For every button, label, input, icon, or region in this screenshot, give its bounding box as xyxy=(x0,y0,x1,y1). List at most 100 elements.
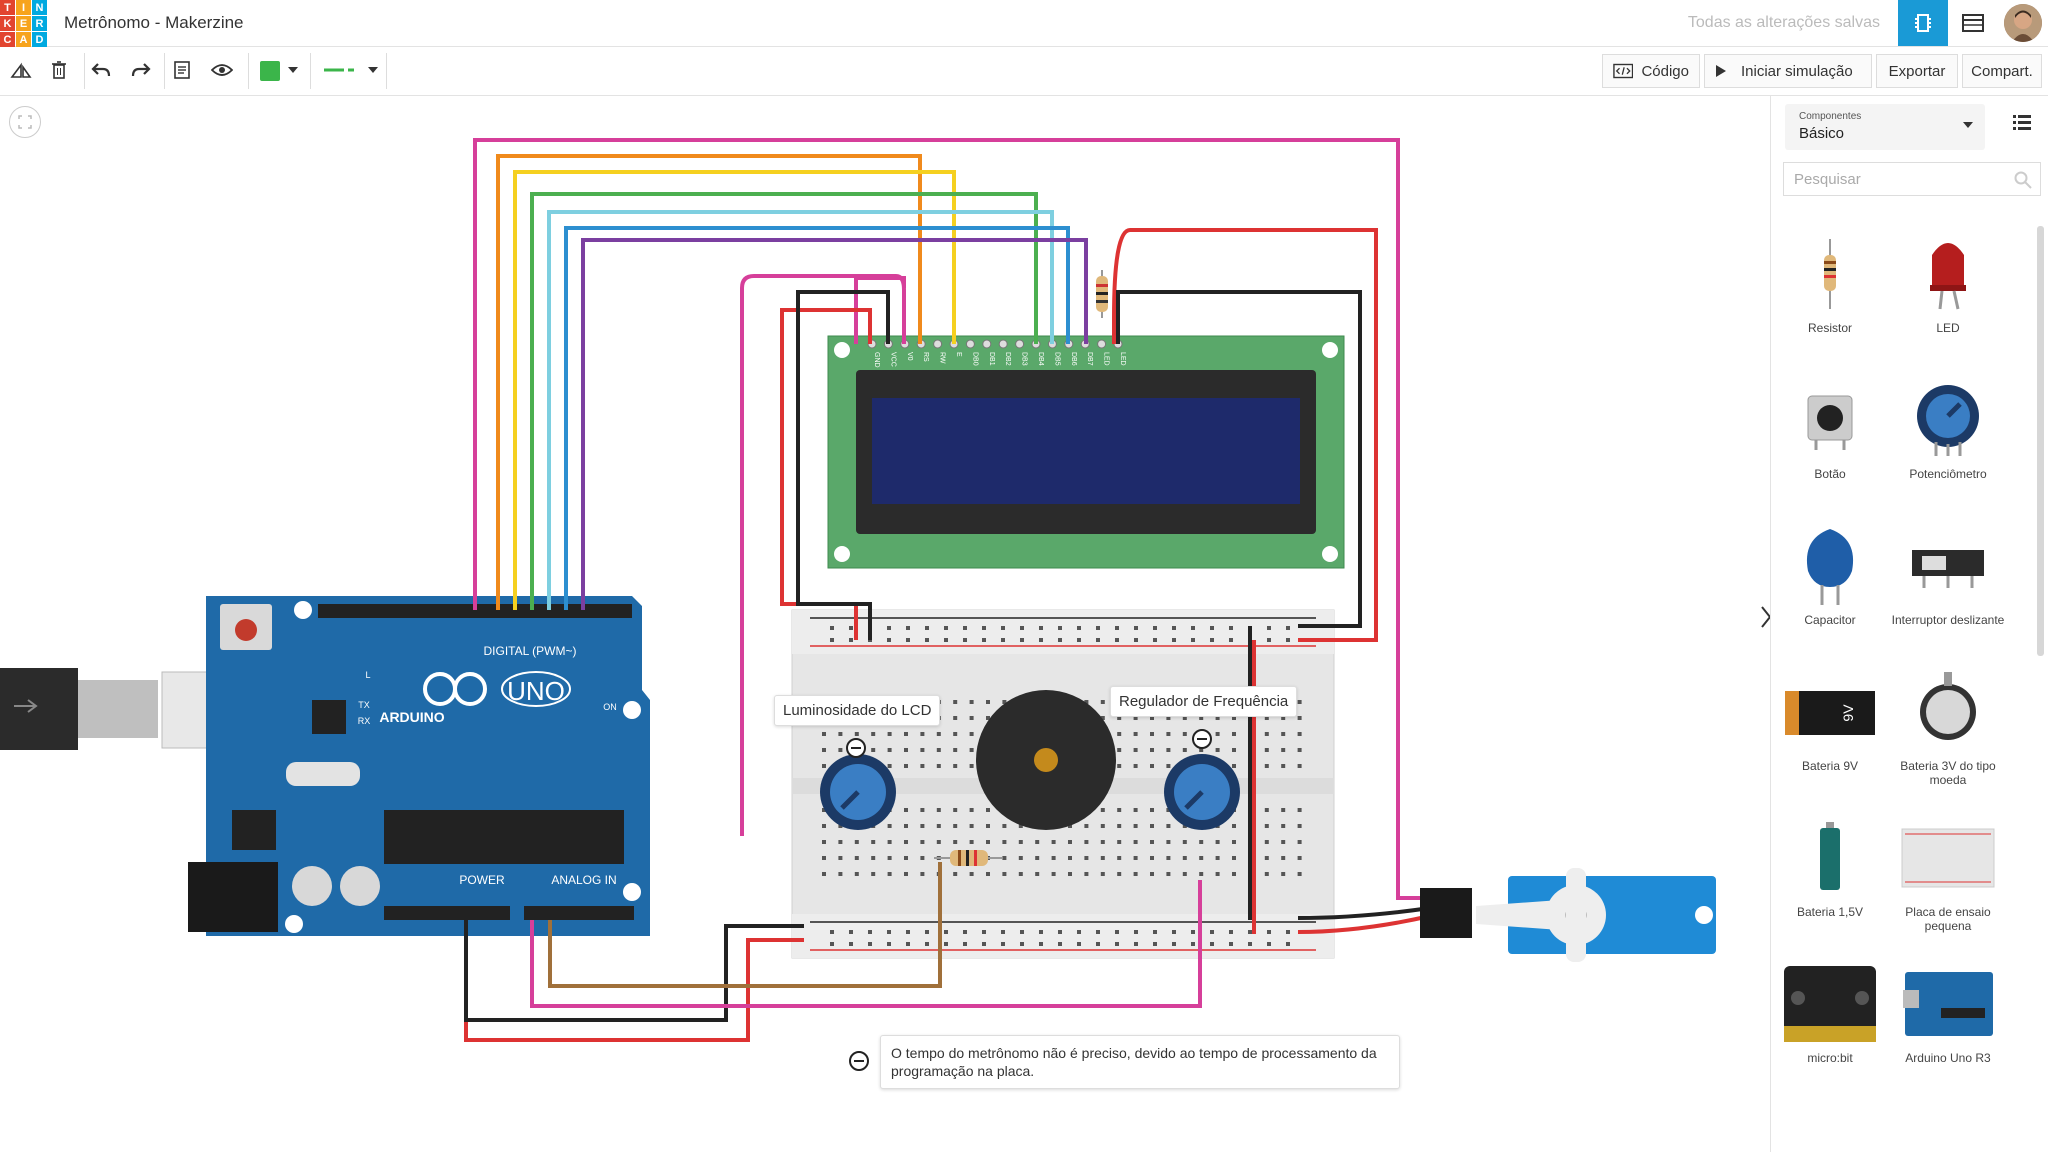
toolbar: Código Iniciar simulação Exportar Compar… xyxy=(0,47,2048,96)
piezo-buzzer[interactable] xyxy=(976,690,1116,830)
breadboard-small-icon xyxy=(1901,828,1995,887)
potentiometer-lcd[interactable] xyxy=(820,754,896,830)
component-slide-switch[interactable]: Interruptor deslizante xyxy=(1889,518,2007,627)
wire-style-icon[interactable] xyxy=(324,55,360,85)
start-simulation-label: Iniciar simulação xyxy=(1741,62,1853,80)
export-label: Exportar xyxy=(1888,62,1946,80)
list-view-icon[interactable] xyxy=(2013,114,2031,130)
chevron-down-icon xyxy=(1963,122,1973,128)
lcd-pin-label: VCC xyxy=(889,352,896,367)
circuit-view-icon xyxy=(1915,14,1931,32)
potentiometer-icon xyxy=(1917,384,1979,456)
toolbar-divider xyxy=(248,53,249,89)
notes-icon[interactable] xyxy=(167,55,197,85)
button-icon xyxy=(1807,395,1853,450)
visibility-icon[interactable] xyxy=(207,55,237,85)
lcd-16x2[interactable]: GND VCC V0 RS RW E DB0 DB1 DB2 DB3 DB4 DB5 DB6 DB7 LED… xyxy=(827,335,1345,569)
scrollbar-thumb[interactable] xyxy=(2037,226,2044,656)
toolbar-divider xyxy=(386,53,387,89)
arduino-uno-board[interactable]: ARDUINO UNO DIGITAL (PWM~) POWER ANALOG … xyxy=(188,596,650,936)
search-placeholder: Pesquisar xyxy=(1794,171,1861,188)
document-title[interactable]: Metrônomo - Makerzine xyxy=(64,13,244,33)
start-simulation-button[interactable]: Iniciar simulação xyxy=(1704,54,1872,88)
note-collapse-icon[interactable] xyxy=(848,1050,870,1072)
component-label: Bateria 3V do tipo moeda xyxy=(1900,759,1996,787)
logo-letter: E xyxy=(16,16,31,31)
component-capacitor[interactable]: Capacitor xyxy=(1771,518,1889,627)
component-search-input[interactable]: Pesquisar xyxy=(1783,162,2041,196)
code-button-label: Código xyxy=(1641,62,1689,80)
components-category-select[interactable]: Componentes Básico xyxy=(1785,104,1985,150)
logo-letter: R xyxy=(32,16,47,31)
schematic-list-view-button[interactable] xyxy=(1948,0,1998,46)
arduino-power-label: POWER xyxy=(459,873,505,887)
fill-color-chevron-down-icon[interactable] xyxy=(286,55,300,85)
wire-style-chevron-down-icon[interactable] xyxy=(366,55,380,85)
capacitor-icon xyxy=(1806,528,1854,605)
canvas-note[interactable]: O tempo do metrônomo não é preciso, devi… xyxy=(880,1035,1400,1089)
micro-servo[interactable] xyxy=(1420,868,1716,962)
lcd-pin-label: LED xyxy=(1119,352,1126,366)
arduino-brand-label: ARDUINO xyxy=(379,709,444,725)
lcd-pin-label: RS xyxy=(922,352,929,362)
save-status: Todas as alterações salvas xyxy=(1687,14,1880,31)
redo-icon[interactable] xyxy=(126,55,156,85)
code-button[interactable]: Código xyxy=(1602,54,1700,88)
undo-icon[interactable] xyxy=(86,55,116,85)
component-microbit[interactable]: micro:bit xyxy=(1771,956,1889,1065)
panel-scrollbar[interactable] xyxy=(2035,226,2045,1106)
component-label: micro:bit xyxy=(1807,1051,1853,1065)
lcd-pin-label: E xyxy=(955,352,962,357)
resistor-lcd-backlight[interactable] xyxy=(1096,270,1108,318)
component-arduino-uno[interactable]: Arduino Uno R3 xyxy=(1889,956,2007,1065)
arduino-model-label: UNO xyxy=(507,676,565,706)
toolbar-divider xyxy=(84,53,85,89)
circuit-canvas[interactable]: ARDUINO UNO DIGITAL (PWM~) POWER ANALOG … xyxy=(0,96,1770,1152)
battery-aa-icon xyxy=(1820,821,1840,890)
user-avatar[interactable] xyxy=(2004,4,2042,42)
logo-letter: C xyxy=(0,32,15,47)
share-button[interactable]: Compart. xyxy=(1962,54,2042,88)
play-icon xyxy=(1716,65,1726,77)
component-label: Resistor xyxy=(1807,321,1852,335)
potentiometer-frequency[interactable] xyxy=(1164,754,1240,830)
component-label: Bateria 9V xyxy=(1801,759,1859,773)
export-button[interactable]: Exportar xyxy=(1876,54,1958,88)
component-label: Botão xyxy=(1814,467,1846,481)
slide-switch-icon xyxy=(1912,549,1984,588)
logo-letter: K xyxy=(0,16,15,31)
component-potentiometer[interactable]: Potenciômetro xyxy=(1889,372,2007,481)
component-battery-aa[interactable]: Bateria 1,5V xyxy=(1771,810,1889,919)
delete-icon[interactable] xyxy=(44,55,74,85)
logo-letter: T xyxy=(0,0,15,15)
arduino-uno-icon xyxy=(1903,971,1993,1036)
tooltip-frequency-regulator: Regulador de Frequência xyxy=(1110,686,1298,717)
components-select-value: Básico xyxy=(1799,125,1845,142)
component-button[interactable]: Botão xyxy=(1771,372,1889,481)
components-select-label: Componentes xyxy=(1799,111,1862,122)
fill-color-swatch[interactable] xyxy=(260,61,280,81)
tinkercad-logo[interactable]: TIN KER CAD xyxy=(0,0,47,47)
component-label: LED xyxy=(1936,321,1960,335)
component-breadboard-small[interactable]: Placa de ensaio pequena xyxy=(1889,810,2007,933)
lcd-pin-label: DB4 xyxy=(1037,352,1044,366)
lcd-pin-label: DB7 xyxy=(1086,352,1093,366)
circuit-drawing: ARDUINO UNO DIGITAL (PWM~) POWER ANALOG … xyxy=(0,138,1716,1042)
arduino-tx-label: TX xyxy=(358,700,370,710)
component-battery-9v[interactable]: 9V Bateria 9V xyxy=(1771,664,1889,773)
lcd-pin-label: V0 xyxy=(906,352,913,361)
component-label: Interruptor deslizante xyxy=(1891,613,2005,627)
logo-letter: N xyxy=(32,0,47,15)
battery-9v-label: 9V xyxy=(1840,703,1856,721)
lcd-pin-label: GND xyxy=(873,352,880,368)
rotate-icon[interactable] xyxy=(6,55,36,85)
component-resistor[interactable]: Resistor xyxy=(1771,226,1889,335)
component-coin-battery[interactable]: Bateria 3V do tipo moeda xyxy=(1889,664,2007,787)
resistor-icon xyxy=(1824,238,1836,309)
component-led[interactable]: LED xyxy=(1889,226,2007,335)
circuit-view-button[interactable] xyxy=(1898,0,1948,46)
lcd-pin-label: DB1 xyxy=(988,352,995,366)
led-icon xyxy=(1930,242,1966,309)
components-panel: Componentes Básico Pesquisar Resistor LE… xyxy=(1770,96,2048,1152)
logo-letter: I xyxy=(16,0,31,15)
